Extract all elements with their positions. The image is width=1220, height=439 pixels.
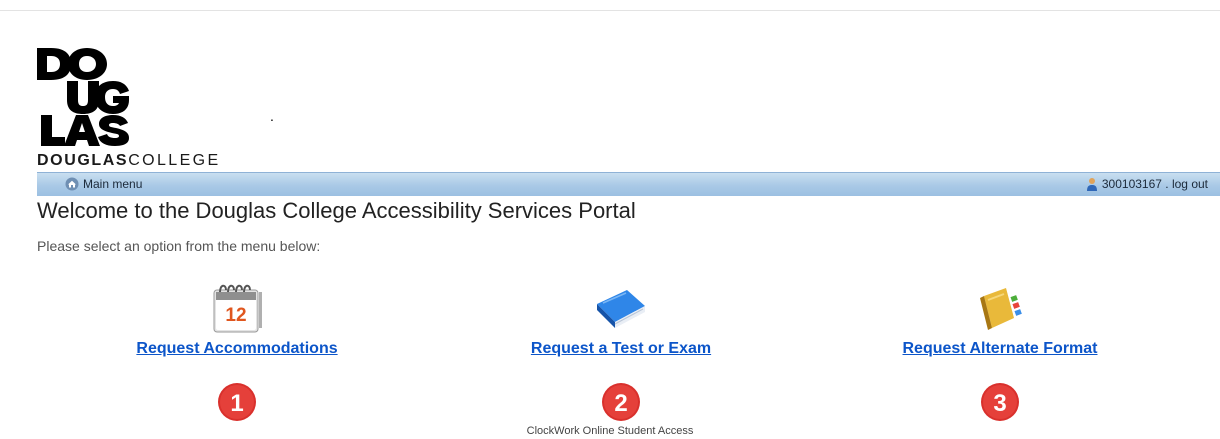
option-request-accommodations: 12 Request Accommodations <box>77 282 397 358</box>
instruction-text: Please select an option from the menu be… <box>37 238 321 254</box>
request-alternate-format-link[interactable]: Request Alternate Format <box>840 340 1160 358</box>
logout-link[interactable]: log out <box>1172 177 1208 191</box>
user-separator: . <box>1161 177 1172 191</box>
step-2-number: 2 <box>614 390 627 417</box>
book-icon <box>597 290 645 328</box>
home-icon <box>65 177 79 191</box>
step-3-number: 3 <box>993 390 1006 417</box>
option-request-alternate-format: Request Alternate Format <box>840 282 1160 358</box>
address-book-icon <box>980 288 1022 330</box>
main-menu-label: Main menu <box>83 177 143 191</box>
user-info: 300103167 . log out <box>1086 177 1208 191</box>
top-divider <box>0 10 1220 11</box>
calendar-number: 12 <box>225 305 246 326</box>
request-accommodations-link[interactable]: Request Accommodations <box>77 340 397 358</box>
user-id: 300103167 <box>1101 177 1162 191</box>
calendar-icon: 12 <box>213 284 262 333</box>
user-icon <box>1086 178 1097 191</box>
option-request-test-or-exam: Request a Test or Exam <box>461 282 781 358</box>
logo-wordmark: DOUGLASCOLLEGE <box>37 153 221 169</box>
logo-wordmark-light: COLLEGE <box>128 152 221 169</box>
header-dot: . <box>270 108 274 124</box>
step-2-badge-icon: 2 <box>602 383 640 421</box>
page-title: Welcome to the Douglas College Accessibi… <box>37 198 636 223</box>
navigation-bar: Main menu 300103167 . log out <box>37 172 1220 196</box>
step-3-badge-icon: 3 <box>981 383 1019 421</box>
main-menu-link[interactable]: Main menu <box>65 177 142 191</box>
douglas-college-logo: DOUGLASCOLLEGE <box>37 48 218 169</box>
logo-mark-icon <box>37 48 129 146</box>
step-1-badge-icon: 1 <box>218 383 256 421</box>
step-1-number: 1 <box>230 390 243 417</box>
logo-wordmark-bold: DOUGLAS <box>37 152 129 169</box>
request-test-or-exam-link[interactable]: Request a Test or Exam <box>461 340 781 358</box>
footer-text: ClockWork Online Student Access <box>526 425 694 437</box>
